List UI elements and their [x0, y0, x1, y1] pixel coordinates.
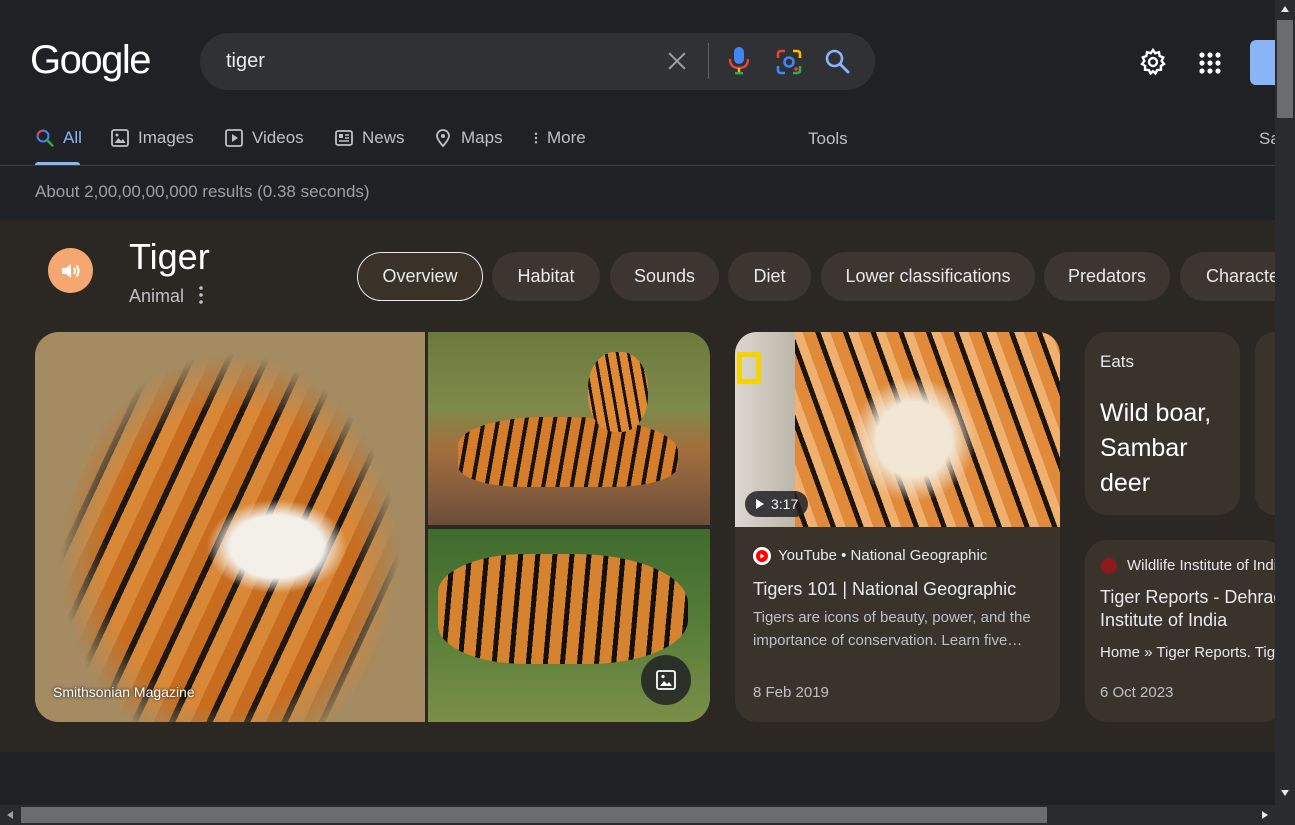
- video-title[interactable]: Tigers 101 | National Geographic: [753, 579, 1016, 600]
- search-divider: [708, 43, 709, 79]
- tab-videos[interactable]: Videos: [224, 126, 304, 150]
- image-collage[interactable]: Smithsonian Magazine: [35, 332, 710, 722]
- article-snippet: Home » Tiger Reports. Tig: [1100, 644, 1276, 661]
- map-pin-icon: [436, 129, 450, 148]
- news-icon: [335, 130, 353, 146]
- result-stats: About 2,00,00,00,000 results (0.38 secon…: [35, 182, 370, 201]
- article-title-line2[interactable]: Institute of India: [1100, 610, 1227, 631]
- settings-gear-icon[interactable]: [1139, 48, 1167, 76]
- search-input[interactable]: tiger: [226, 50, 265, 73]
- tab-label: Maps: [461, 128, 503, 147]
- chip-habitat[interactable]: Habitat: [492, 252, 600, 301]
- tiger-image-main[interactable]: [35, 332, 425, 722]
- speaker-icon: [61, 263, 79, 278]
- more-vert-icon: [534, 132, 538, 144]
- image-icon: [656, 670, 676, 690]
- eats-card[interactable]: Eats Wild boar, Sambar deer: [1085, 332, 1240, 515]
- article-result-card[interactable]: Wildlife Institute of India Tiger Report…: [1085, 540, 1285, 722]
- scroll-down-icon[interactable]: [1280, 789, 1290, 797]
- tab-news[interactable]: News: [334, 126, 405, 150]
- vertical-scrollbar[interactable]: [1275, 0, 1295, 805]
- video-result-card[interactable]: 3:17 YouTube • National Geographic Tiger…: [735, 332, 1060, 722]
- eats-value: Wild boar, Sambar deer: [1100, 399, 1212, 497]
- youtube-icon: [753, 547, 771, 565]
- tab-label: More: [547, 128, 586, 147]
- search-box[interactable]: tiger: [200, 33, 875, 90]
- nav-divider: [0, 165, 1275, 166]
- google-lens-icon[interactable]: [776, 49, 802, 75]
- video-snippet: Tigers are icons of beauty, power, and t…: [753, 609, 1031, 649]
- microphone-icon[interactable]: [727, 46, 751, 76]
- play-icon: [225, 129, 243, 147]
- national-geographic-logo: [737, 352, 761, 384]
- vertical-scroll-thumb[interactable]: [1277, 20, 1293, 118]
- clear-icon[interactable]: [666, 50, 688, 72]
- tab-label: Images: [138, 128, 194, 147]
- search-icon[interactable]: [824, 48, 850, 74]
- more-options-icon[interactable]: [196, 285, 206, 305]
- chip-overview[interactable]: Overview: [357, 252, 483, 301]
- video-duration-badge: 3:17: [745, 491, 809, 517]
- scrollbar-corner: [1275, 805, 1295, 825]
- chip-characteristics[interactable]: Characte: [1180, 252, 1275, 301]
- video-source: YouTube • National Geographic: [778, 547, 988, 564]
- article-date: 6 Oct 2023: [1100, 684, 1174, 701]
- google-logo[interactable]: Google: [30, 38, 151, 83]
- tab-images[interactable]: Images: [110, 126, 194, 150]
- horizontal-scroll-thumb[interactable]: [21, 807, 1047, 823]
- scroll-right-icon[interactable]: [1261, 810, 1269, 820]
- google-apps-icon[interactable]: [1198, 51, 1222, 75]
- scroll-left-icon[interactable]: [6, 810, 14, 820]
- site-favicon-icon: [1101, 558, 1117, 574]
- duration-text: 3:17: [771, 496, 799, 512]
- tab-label: All: [63, 128, 82, 147]
- scroll-up-icon[interactable]: [1280, 5, 1290, 13]
- tools-button[interactable]: Tools: [808, 129, 848, 149]
- search-icon: [36, 129, 54, 147]
- tab-all[interactable]: All: [35, 126, 82, 150]
- eats-label: Eats: [1100, 352, 1135, 371]
- video-thumbnail[interactable]: 3:17: [735, 332, 1060, 527]
- article-title-line1[interactable]: Tiger Reports - Dehrac: [1100, 587, 1282, 608]
- tab-more[interactable]: More: [529, 126, 586, 150]
- article-source: Wildlife Institute of India: [1127, 557, 1285, 574]
- chip-predators[interactable]: Predators: [1044, 252, 1170, 301]
- entity-subtitle: Animal: [129, 286, 185, 306]
- play-icon: [756, 499, 764, 509]
- pronounce-button[interactable]: [48, 248, 93, 293]
- tab-label: News: [362, 128, 405, 147]
- image-icon: [111, 129, 129, 147]
- chip-diet[interactable]: Diet: [728, 252, 811, 301]
- tab-label: Videos: [252, 128, 304, 147]
- image-source-caption: Smithsonian Magazine: [53, 684, 195, 700]
- chip-sounds[interactable]: Sounds: [610, 252, 719, 301]
- video-date: 8 Feb 2019: [753, 684, 829, 701]
- tab-maps[interactable]: Maps: [433, 126, 503, 150]
- entity-title: Tiger: [129, 236, 210, 277]
- chip-lower-classifications[interactable]: Lower classifications: [821, 252, 1035, 301]
- more-images-button[interactable]: [641, 655, 691, 705]
- tiger-image-lying[interactable]: [428, 332, 710, 525]
